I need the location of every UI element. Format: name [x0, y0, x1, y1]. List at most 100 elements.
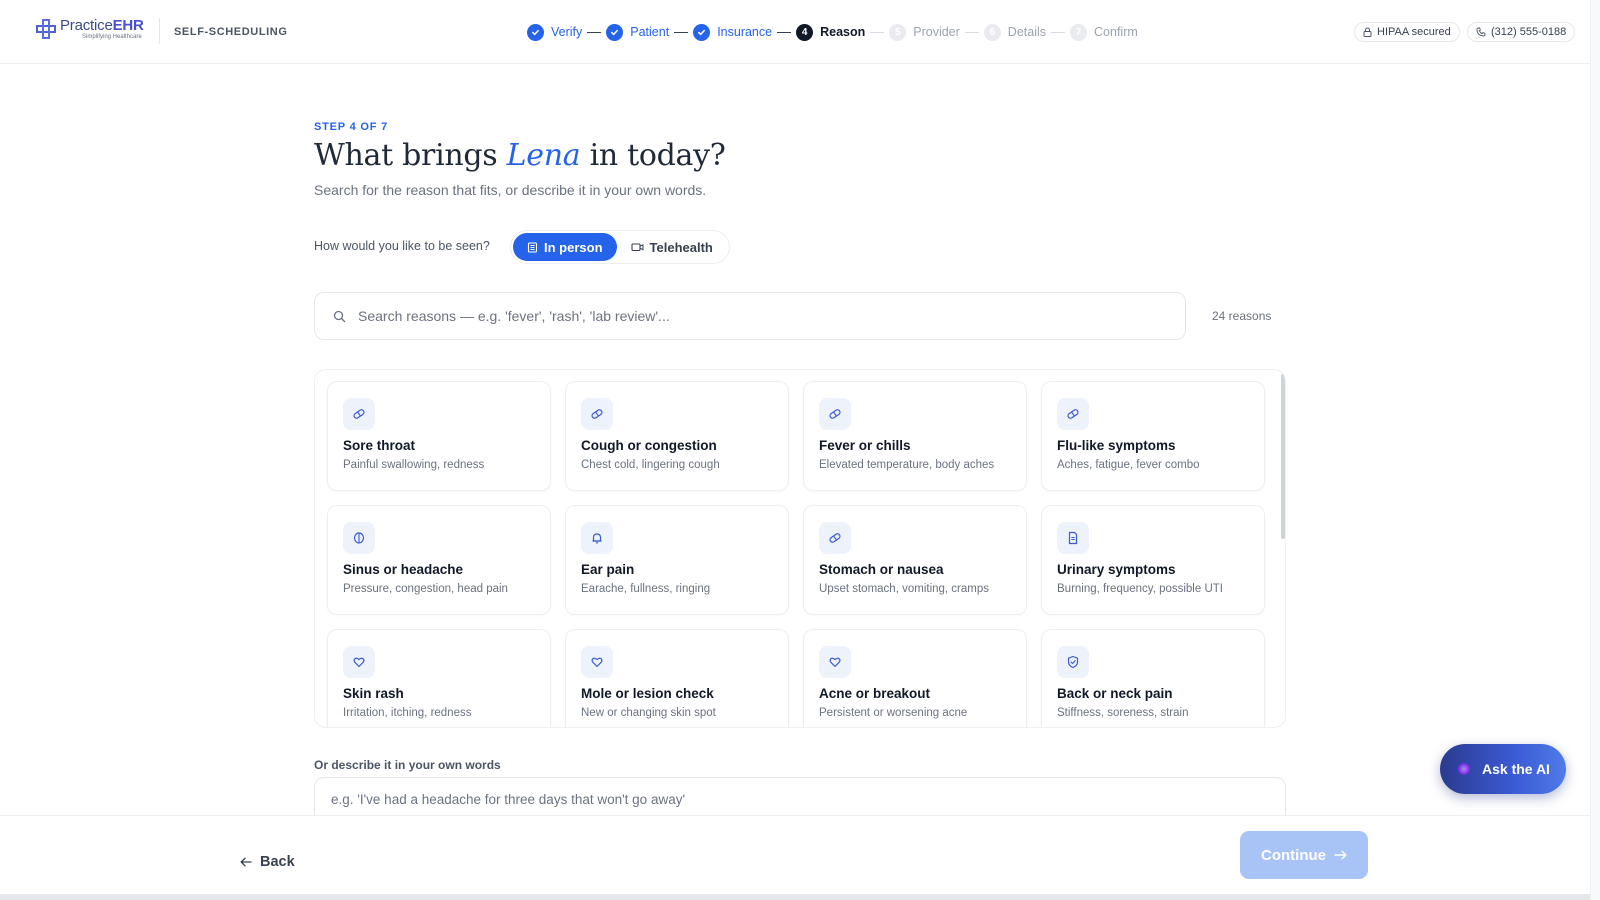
- footer-bar: Back Continue: [0, 815, 1590, 900]
- check-icon: [693, 23, 711, 41]
- step-patient[interactable]: Patient: [606, 23, 670, 41]
- phone-link[interactable]: (312) 555-0188: [1467, 22, 1576, 42]
- search-input[interactable]: [358, 308, 1138, 324]
- check-icon: [606, 23, 624, 41]
- check-icon: [527, 23, 544, 41]
- pill-icon: [581, 398, 613, 430]
- lock-icon: [1363, 27, 1372, 37]
- reason-name: Stomach or nausea: [819, 562, 944, 577]
- title-suffix: in today?: [580, 138, 726, 173]
- reason-card-fever-or-chills[interactable]: Fever or chills Elevated temperature, bod…: [803, 381, 1027, 491]
- reason-card-cough-or-congestion[interactable]: Cough or congestion Chest cold, lingering…: [565, 381, 789, 491]
- step-reason: 4 Reason: [796, 23, 866, 41]
- reason-name: Cough or congestion: [581, 438, 717, 453]
- in-person-option[interactable]: In person: [513, 233, 617, 261]
- reason-description: Aches, fatigue, fever combo: [1057, 459, 1200, 471]
- telehealth-label: Telehealth: [649, 239, 713, 255]
- practiceehr-logo[interactable]: PracticeEHR Simplifying Healthcare: [36, 18, 144, 40]
- step-connector: [964, 31, 979, 33]
- page-subtitle: Search for the reason that fits, or desc…: [314, 182, 707, 198]
- reason-card-stomach-or-nausea[interactable]: Stomach or nausea Upset stomach, vomiting…: [803, 505, 1027, 615]
- ai-sparkle-icon: [1458, 763, 1470, 775]
- step-eyebrow: STEP 4 OF 7: [314, 121, 389, 133]
- ask-ai-label: Ask the AI: [1482, 761, 1550, 777]
- reason-card-mole-or-lesion-check[interactable]: Mole or lesion check New or changing skin…: [565, 629, 789, 727]
- step-label: Details: [1007, 25, 1047, 39]
- logo-tagline: Simplifying Healthcare: [82, 34, 142, 40]
- reason-card-skin-rash[interactable]: Skin rash Irritation, itching, redness: [327, 629, 551, 727]
- hipaa-label: HIPAA secured: [1377, 26, 1451, 38]
- top-bar: PracticeEHR Simplifying Healthcare SELF-…: [0, 0, 1590, 64]
- reason-description: Pressure, congestion, head pain: [343, 583, 508, 595]
- step-number: 7: [1070, 23, 1088, 41]
- title-prefix: What brings: [314, 138, 507, 173]
- brain-icon: [343, 522, 375, 554]
- phone-number: (312) 555-0188: [1491, 26, 1567, 38]
- pill-icon: [819, 522, 851, 554]
- reason-description: Upset stomach, vomiting, cramps: [819, 583, 990, 595]
- page-scrollbar[interactable]: [1590, 0, 1600, 900]
- reason-card-ear-pain[interactable]: Ear pain Earache, fullness, ringing: [565, 505, 789, 615]
- reason-name: Mole or lesion check: [581, 686, 714, 701]
- reason-name: Urinary symptoms: [1057, 562, 1176, 577]
- reason-card-sinus-or-headache[interactable]: Sinus or headache Pressure, congestion, h…: [327, 505, 551, 615]
- reason-name: Sore throat: [343, 438, 416, 453]
- step-label: Provider: [913, 25, 960, 39]
- reason-card-sore-throat[interactable]: Sore throat Painful swallowing, redness: [327, 381, 551, 491]
- reason-name: Flu-like symptoms: [1057, 438, 1176, 453]
- arrow-left-icon: [240, 857, 252, 867]
- reasons-scrollbar[interactable]: [1281, 374, 1285, 539]
- step-number: 4: [796, 23, 814, 41]
- reason-card-flu-like-symptoms[interactable]: Flu-like symptoms Aches, fatigue, fever c…: [1041, 381, 1265, 491]
- brand-divider: [159, 18, 160, 44]
- visit-type-question: How would you like to be seen?: [314, 239, 490, 253]
- step-label: Insurance: [717, 25, 773, 39]
- reason-name: Acne or breakout: [819, 686, 931, 701]
- step-connector: [587, 31, 602, 33]
- step-details: 6 Details: [983, 23, 1047, 41]
- visit-type-toggle: In person Telehealth: [510, 230, 730, 264]
- step-connector: [777, 31, 792, 33]
- telehealth-option[interactable]: Telehealth: [617, 233, 727, 261]
- section-label: SELF-SCHEDULING: [174, 26, 288, 38]
- step-insurance[interactable]: Insurance: [693, 23, 773, 41]
- patient-name: Lena: [506, 138, 581, 173]
- reason-description: Elevated temperature, body aches: [819, 459, 995, 471]
- reasons-panel: Sore throat Painful swallowing, redness Co…: [314, 369, 1286, 728]
- reason-description: Stiffness, soreness, strain: [1057, 707, 1189, 719]
- step-number: 6: [983, 23, 1001, 41]
- step-number: 5: [889, 23, 907, 41]
- reason-card-acne-or-breakout[interactable]: Acne or breakout Persistent or worsening …: [803, 629, 1027, 727]
- step-label: Confirm: [1094, 25, 1138, 39]
- shield-icon: [1057, 646, 1089, 678]
- reason-name: Sinus or headache: [343, 562, 464, 577]
- reason-description: Persistent or worsening acne: [819, 707, 968, 719]
- step-label: Reason: [820, 25, 866, 39]
- reasons-count: 24 reasons: [1212, 309, 1272, 323]
- pill-icon: [819, 398, 851, 430]
- step-label: Patient: [630, 25, 670, 39]
- pill-icon: [343, 398, 375, 430]
- reason-description: Chest cold, lingering cough: [581, 459, 720, 471]
- video-icon: [630, 243, 644, 252]
- search-icon: [333, 310, 346, 322]
- reason-name: Back or neck pain: [1057, 686, 1173, 701]
- reasons-grid: Sore throat Painful swallowing, redness Co…: [327, 381, 1265, 727]
- arrow-right-icon: [1334, 850, 1347, 860]
- step-verify[interactable]: Verify: [527, 23, 582, 41]
- continue-button[interactable]: Continue: [1240, 831, 1368, 879]
- reason-description: Earache, fullness, ringing: [581, 583, 711, 595]
- horizontal-scrollbar[interactable]: [0, 894, 1590, 900]
- hipaa-badge: HIPAA secured: [1354, 22, 1460, 42]
- reason-description: Burning, frequency, possible UTI: [1057, 583, 1223, 595]
- ask-ai-button[interactable]: Ask the AI: [1440, 744, 1566, 794]
- back-button[interactable]: Back: [240, 854, 295, 870]
- step-confirm: 7 Confirm: [1070, 23, 1138, 41]
- logo-name-part2: EHR: [112, 17, 144, 34]
- document-icon: [1057, 522, 1089, 554]
- reason-search[interactable]: [314, 292, 1186, 340]
- logo-cross-icon: [36, 19, 56, 39]
- reason-description: Irritation, itching, redness: [343, 707, 472, 719]
- reason-card-urinary-symptoms[interactable]: Urinary symptoms Burning, frequency, poss…: [1041, 505, 1265, 615]
- reason-card-back-or-neck-pain[interactable]: Back or neck pain Stiffness, soreness, st…: [1041, 629, 1265, 727]
